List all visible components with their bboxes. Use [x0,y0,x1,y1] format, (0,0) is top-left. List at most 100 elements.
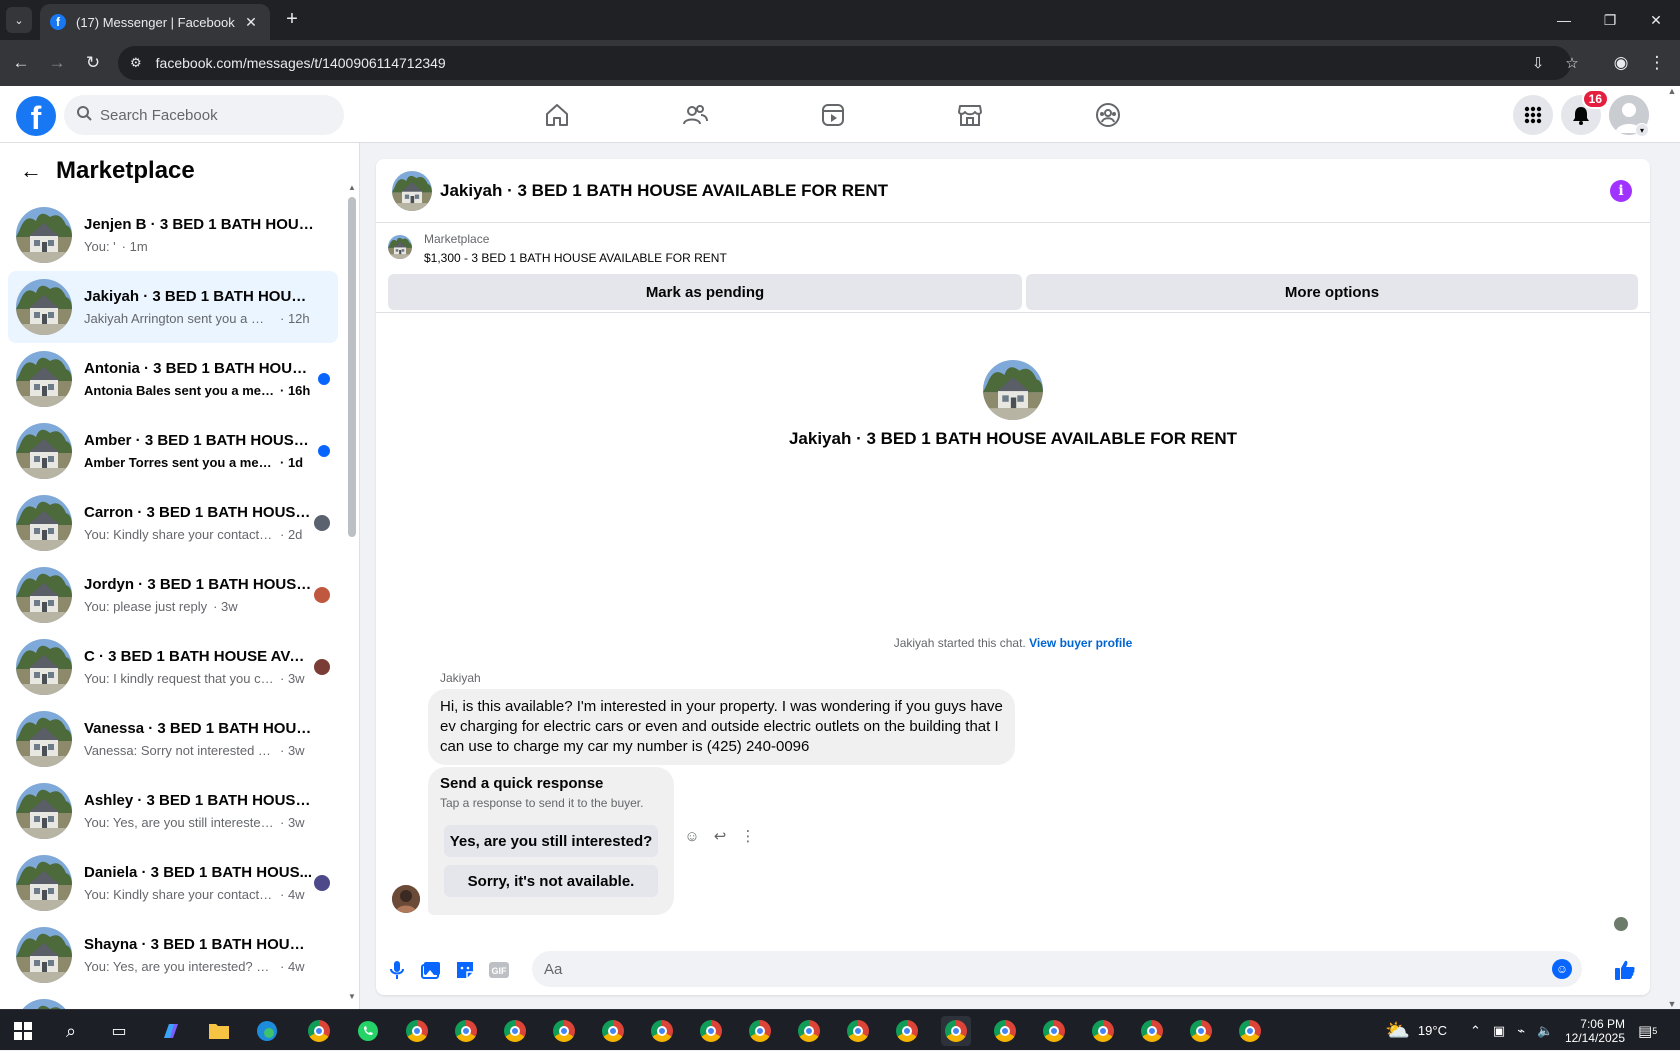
photo-icon[interactable] [420,959,442,981]
message-input[interactable] [544,960,1524,978]
browser-tab-active[interactable]: f (17) Messenger | Facebook ✕ [40,4,270,40]
chrome-icon[interactable] [794,1016,824,1046]
chrome-icon[interactable] [1137,1016,1167,1046]
account-caret-icon[interactable]: ▾ [1635,123,1649,137]
conversation-item[interactable]: Jakiyah · 3 BED 1 BATH HOUSE A... Jakiyah… [8,271,338,343]
tab-close-icon[interactable]: ✕ [242,14,260,31]
chrome-icon[interactable] [549,1016,579,1046]
volume-icon[interactable]: 🔈 [1537,1023,1553,1039]
new-tab-button[interactable]: + [280,8,304,32]
sticker-icon[interactable] [454,959,476,981]
nav-friends[interactable] [640,92,750,138]
sidebar-scrollbar[interactable]: ▲ ▼ [347,183,357,1001]
page-scrollbar[interactable]: ▲ ▼ [1664,86,1680,1009]
omnibox[interactable]: ⚙ facebook.com/messages/t/14009061147123… [118,46,1579,80]
more-actions-icon[interactable]: ⋮ [739,827,757,845]
conversation-info-icon[interactable]: i [1610,180,1632,202]
notification-center-icon[interactable]: ▤ 5 [1638,1010,1657,1051]
file-explorer-icon[interactable] [204,1016,234,1046]
menu-button[interactable] [1513,95,1553,135]
url-text[interactable]: facebook.com/messages/t/1400906114712349 [156,55,446,71]
facebook-search[interactable] [64,95,344,135]
nav-groups[interactable] [1053,92,1163,138]
back-arrow-icon[interactable]: ← [20,158,42,184]
nav-home[interactable] [502,92,612,138]
restore-button[interactable]: ❐ [1588,0,1632,40]
conversation-item[interactable]: Shayna · 3 BED 1 BATH HOUSE A... You: Yes… [8,919,338,991]
emoji-icon[interactable]: ☺ [1552,959,1572,979]
react-emoji-icon[interactable]: ☺ [683,827,701,845]
sender-avatar[interactable] [392,885,420,913]
profile-icon[interactable]: ◉ [1608,50,1634,76]
conversation-item[interactable]: Ashley · 3 BED 1 BATH HOUSE A... You: Yes… [8,775,338,847]
scroll-up-arrow-icon[interactable]: ▲ [347,183,357,192]
conversation-item[interactable]: C · 3 BED 1 BATH HOUSE AVAI... You: I kin… [8,631,338,703]
quick-response-not-available[interactable]: Sorry, it's not available. [444,865,658,897]
chrome-icon[interactable] [304,1016,334,1046]
close-window-button[interactable]: ✕ [1634,0,1678,40]
more-options-button[interactable]: More options [1026,274,1638,310]
mark-as-pending-button[interactable]: Mark as pending [388,274,1022,310]
chrome-icon[interactable] [1235,1016,1265,1046]
forward-button[interactable]: → [44,50,70,76]
thumbs-up-like-icon[interactable] [1614,959,1636,981]
facebook-logo[interactable]: f [16,96,56,136]
back-button[interactable]: ← [8,50,34,76]
taskbar-search-icon[interactable]: ⌕ [56,1016,86,1046]
view-buyer-profile-link[interactable]: View buyer profile [1029,636,1132,650]
conversation-item[interactable]: Antonia · 3 BED 1 BATH HOUS... Antonia Ba… [8,343,338,415]
conversation-item[interactable]: Amber · 3 BED 1 BATH HOUSE ... Amber Torr… [8,415,338,487]
chrome-icon[interactable] [843,1016,873,1046]
nav-marketplace[interactable] [915,92,1025,138]
chrome-icon[interactable] [892,1016,922,1046]
nav-video[interactable] [778,92,888,138]
chrome-icon[interactable] [500,1016,530,1046]
chrome-icon[interactable] [990,1016,1020,1046]
bookmark-star-icon[interactable]: ☆ [1558,46,1586,80]
chrome-icon[interactable] [745,1016,775,1046]
conversation-item[interactable]: Jenjen B · 3 BED 1 BATH HOUSE ... You: ' ·… [8,199,338,271]
network-icon[interactable]: ⌁ [1517,1023,1525,1039]
scrollbar-thumb[interactable] [348,197,356,537]
install-app-icon[interactable]: ⇩ [1524,46,1552,80]
gif-icon[interactable]: GIF [488,959,510,981]
chat-title[interactable]: Jakiyah · 3 BED 1 BATH HOUSE AVAILABLE F… [440,181,888,201]
search-input[interactable] [100,106,320,124]
quick-response-still-interested[interactable]: Yes, are you still interested? [444,825,658,857]
windows-start-icon[interactable] [8,1016,38,1046]
tray-chevron-icon[interactable]: ⌃ [1470,1023,1481,1039]
page-scroll-down-icon[interactable]: ▼ [1664,999,1680,1009]
chat-listing-avatar[interactable] [392,171,432,211]
tab-search-button[interactable]: ⌄ [6,7,32,33]
reply-icon[interactable]: ↩ [711,827,729,845]
whatsapp-icon[interactable] [353,1016,383,1046]
task-view-icon[interactable]: ▭ [104,1016,134,1046]
notifications-button[interactable]: 16 [1561,89,1609,135]
chrome-icon[interactable] [696,1016,726,1046]
chrome-icon[interactable] [402,1016,432,1046]
page-scroll-up-icon[interactable]: ▲ [1664,86,1680,96]
copilot-icon[interactable] [156,1016,186,1046]
chrome-icon[interactable] [451,1016,481,1046]
chrome-icon[interactable] [598,1016,628,1046]
chrome-icon[interactable] [1088,1016,1118,1046]
microphone-icon[interactable] [386,959,408,981]
conversation-item[interactable]: Vanessa · 3 BED 1 BATH HOUSE ... Vanessa:… [8,703,338,775]
clock[interactable]: 7:06 PM 12/14/2025 [1565,1010,1625,1051]
conversation-item[interactable]: Jordyn · 3 BED 1 BATH HOUSE... You: pleas… [8,559,338,631]
conversation-item[interactable]: Carron · 3 BED 1 BATH HOUSE... You: Kindl… [8,487,338,559]
scroll-down-arrow-icon[interactable]: ▼ [347,992,357,1001]
edge-icon[interactable] [252,1016,282,1046]
tray-device-icon[interactable]: ▣ [1493,1023,1505,1039]
weather-widget[interactable]: ⛅ 19°C [1385,1010,1447,1051]
listing-thumbnail[interactable] [388,235,412,259]
chrome-icon[interactable] [647,1016,677,1046]
chrome-icon[interactable] [1039,1016,1069,1046]
conversation-item[interactable]: Jason · 3 BED 1 BATH HOUSE... [8,991,338,1009]
conversation-item[interactable]: Daniela · 3 BED 1 BATH HOUS... You: Kindl… [8,847,338,919]
message-bubble[interactable]: Hi, is this available? I'm interested in… [428,689,1015,765]
listing-title[interactable]: $1,300 - 3 BED 1 BATH HOUSE AVAILABLE FO… [424,251,727,265]
minimize-button[interactable]: — [1542,0,1586,40]
reload-button[interactable]: ↻ [80,50,106,76]
chrome-icon[interactable] [1186,1016,1216,1046]
